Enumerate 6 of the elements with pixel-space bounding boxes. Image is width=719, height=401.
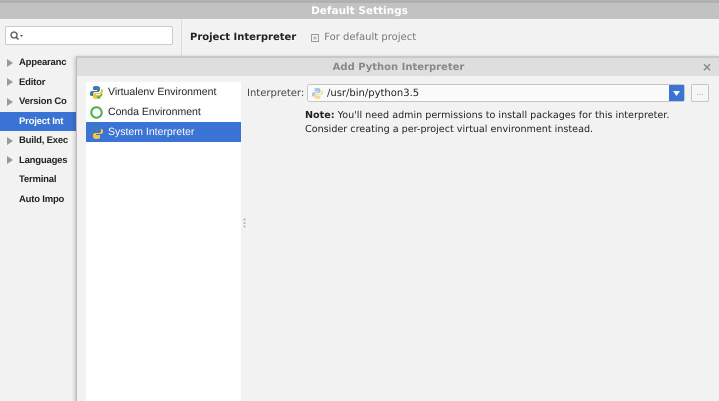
interpreter-label: Interpreter: [247,88,306,98]
scope-label: For default project [324,32,416,43]
note-text: Note: You'll need admin permissions to install packages for this interpreter. Consider creating a per-project virtual environment instead. [305,109,670,137]
dialog-title: Add Python Interpreter [332,62,464,72]
page-title: Project Interpreter [190,32,296,43]
window-title: Default Settings [311,5,408,17]
